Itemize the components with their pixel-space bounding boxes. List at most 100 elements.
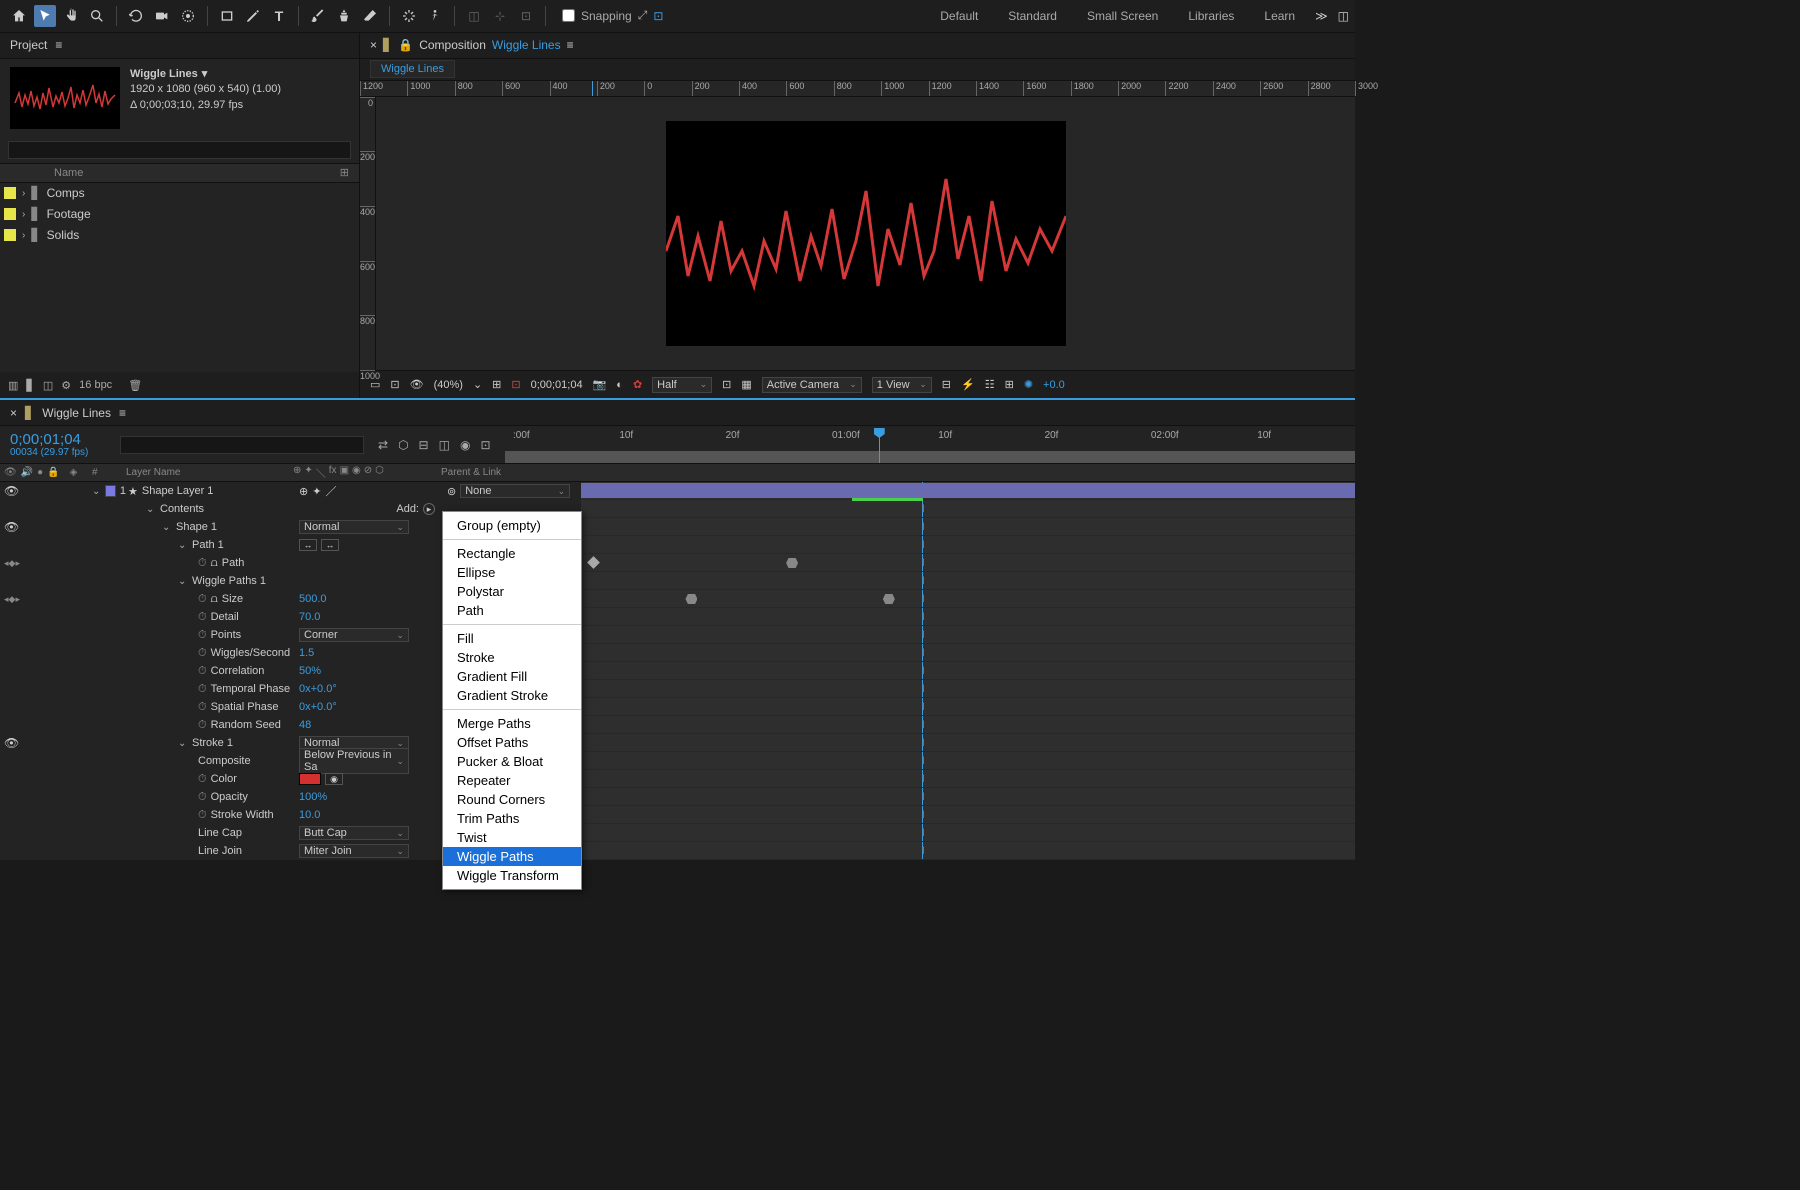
comp-panel-menu-icon[interactable]: ≡	[567, 38, 574, 52]
num-col[interactable]: #	[92, 467, 126, 478]
menu-item-repeater[interactable]: Repeater	[443, 771, 581, 790]
menu-item-offset-paths[interactable]: Offset Paths	[443, 733, 581, 752]
project-folder-solids[interactable]: ›▋Solids	[0, 225, 359, 246]
timeline-close-icon[interactable]: ×	[10, 406, 17, 420]
guides-icon[interactable]: ⊡	[511, 378, 520, 391]
timeline-ruler[interactable]: :00f 10f 20f 01:00f 10f 20f 02:00f 10f	[505, 430, 1356, 448]
trash-icon[interactable]: 🗑	[128, 379, 142, 392]
rectangle-tool-icon[interactable]	[216, 5, 238, 27]
pen-tool-icon[interactable]	[242, 5, 264, 27]
camera-tool-icon[interactable]	[151, 5, 173, 27]
comp-breadcrumb-tab[interactable]: Wiggle Lines	[370, 60, 455, 78]
snapshot-icon[interactable]: 📷	[593, 378, 607, 391]
zoom-value[interactable]: (40%)	[434, 379, 463, 391]
menu-item-gradient-stroke[interactable]: Gradient Stroke	[443, 686, 581, 705]
project-thumbnail[interactable]	[10, 67, 120, 129]
shy-switch-icon[interactable]: ⊕	[293, 465, 301, 480]
hide-shy-icon[interactable]: ⊟	[419, 438, 429, 452]
menu-item-twist[interactable]: Twist	[443, 828, 581, 847]
pickwhip-icon[interactable]: ⊚	[447, 485, 456, 498]
view-axis-icon[interactable]: ⊡	[515, 5, 537, 27]
current-time-indicator[interactable]	[879, 428, 880, 463]
lock-icon[interactable]: 🔒	[398, 38, 413, 52]
channel-icon[interactable]: ✿	[633, 378, 642, 391]
exposure-value[interactable]: +0.0	[1043, 379, 1065, 391]
graph-editor-icon[interactable]: ⊡	[480, 438, 490, 452]
orbit-tool-icon[interactable]	[125, 5, 147, 27]
layer-twirl-icon[interactable]: ⌄	[92, 486, 101, 497]
menu-item-wiggle-transform[interactable]: Wiggle Transform	[443, 866, 581, 885]
linejoin-dropdown[interactable]: Miter Join⌄	[299, 844, 409, 858]
viewer-timecode[interactable]: 0;00;01;04	[531, 379, 583, 391]
project-tab-label[interactable]: Project	[10, 38, 47, 52]
menu-item-rectangle[interactable]: Rectangle	[443, 544, 581, 563]
eraser-tool-icon[interactable]	[359, 5, 381, 27]
panel-menu-icon[interactable]: ≡	[55, 38, 62, 52]
folder-icon[interactable]: ▋	[26, 379, 34, 392]
workspace-overflow-icon[interactable]: ≫	[1315, 9, 1328, 23]
mask-toggle-icon[interactable]: 👁	[410, 378, 424, 391]
reset-exposure-icon[interactable]: ✺	[1024, 378, 1033, 391]
roi-icon[interactable]: ⊡	[722, 378, 731, 391]
timeline-navigator[interactable]	[505, 451, 1356, 463]
timeline-tab[interactable]: Wiggle Lines	[42, 406, 111, 420]
add-button-icon[interactable]: ▸	[423, 503, 435, 515]
menu-item-wiggle-paths[interactable]: Wiggle Paths	[443, 847, 581, 866]
fast-preview-icon[interactable]: ⚡	[961, 378, 975, 391]
workspace-standard[interactable]: Standard	[1008, 9, 1057, 23]
pixel-aspect-icon[interactable]: ⊟	[942, 378, 951, 391]
close-tab-icon[interactable]: ×	[370, 38, 377, 52]
linecap-dropdown[interactable]: Butt Cap⌄	[299, 826, 409, 840]
lock-col-icon[interactable]: 🔒	[47, 467, 59, 478]
frame-blend-icon[interactable]: ◫	[439, 438, 450, 452]
workspace-learn[interactable]: Learn	[1264, 9, 1295, 23]
project-col-name[interactable]: Name	[54, 167, 83, 179]
path-op-icon[interactable]: ↔	[299, 539, 317, 551]
home-icon[interactable]	[8, 5, 30, 27]
snapping-checkbox[interactable]	[562, 9, 575, 22]
show-snapshot-icon[interactable]: ◐	[616, 379, 623, 391]
panel-search-icon[interactable]: ◫	[1338, 9, 1349, 23]
project-folder-footage[interactable]: ›▋Footage	[0, 204, 359, 225]
layer-name[interactable]: Shape Layer 1	[142, 485, 214, 497]
composition-canvas[interactable]	[666, 121, 1066, 346]
puppet-tool-icon[interactable]	[424, 5, 446, 27]
audio-col-icon[interactable]: 🔊	[21, 467, 33, 478]
flowchart-icon[interactable]: ⊞	[340, 166, 349, 179]
project-settings-icon[interactable]: ⚙	[61, 379, 71, 392]
pan-behind-tool-icon[interactable]	[177, 5, 199, 27]
interp-footage-icon[interactable]: ▥	[8, 379, 18, 392]
timeline-tracks[interactable]: I I I I I I I I I I I I I I I I I I I I	[581, 482, 1355, 860]
layername-col[interactable]: Layer Name	[126, 467, 293, 478]
video-col-icon[interactable]: 👁	[4, 467, 17, 478]
transparency-grid-icon[interactable]: ▦	[741, 378, 751, 391]
layer-color-swatch[interactable]	[105, 485, 116, 497]
brush-tool-icon[interactable]	[307, 5, 329, 27]
menu-item-stroke[interactable]: Stroke	[443, 648, 581, 667]
menu-item-fill[interactable]: Fill	[443, 629, 581, 648]
menu-item-path[interactable]: Path	[443, 601, 581, 620]
menu-item-polystar[interactable]: Polystar	[443, 582, 581, 601]
selection-tool-icon[interactable]	[34, 5, 56, 27]
shape-mode-dropdown[interactable]: Normal⌄	[299, 520, 409, 534]
hand-tool-icon[interactable]	[60, 5, 82, 27]
points-dropdown[interactable]: Corner⌄	[299, 628, 409, 642]
workspace-default[interactable]: Default	[940, 9, 978, 23]
stopwatch-icon[interactable]: ⏱	[198, 557, 207, 570]
bpc-label[interactable]: 16 bpc	[79, 379, 112, 391]
kf-nav-path[interactable]: ◂◆▸	[4, 558, 20, 569]
comp-name-link[interactable]: Wiggle Lines	[492, 38, 561, 52]
grid-icon[interactable]: ⊞	[492, 378, 501, 391]
zoom-tool-icon[interactable]	[86, 5, 108, 27]
video-toggle-icon[interactable]: 👁	[4, 484, 19, 498]
add-shape-menu[interactable]: Group (empty)RectangleEllipsePolystarPat…	[442, 511, 582, 890]
resolution-icon[interactable]: ⊡	[390, 378, 399, 391]
workspace-small-screen[interactable]: Small Screen	[1087, 9, 1158, 23]
comp-type-caret-icon[interactable]: ▾	[202, 67, 208, 82]
timeline-timecode[interactable]: 0;00;01;04	[10, 432, 120, 447]
detail-value[interactable]: 70.0	[299, 611, 320, 623]
eyedropper-icon[interactable]: ◉	[325, 773, 343, 785]
snap-bounds-icon[interactable]: ⊡	[653, 9, 663, 23]
roto-brush-tool-icon[interactable]	[398, 5, 420, 27]
parent-dropdown[interactable]: None⌄	[460, 484, 570, 498]
